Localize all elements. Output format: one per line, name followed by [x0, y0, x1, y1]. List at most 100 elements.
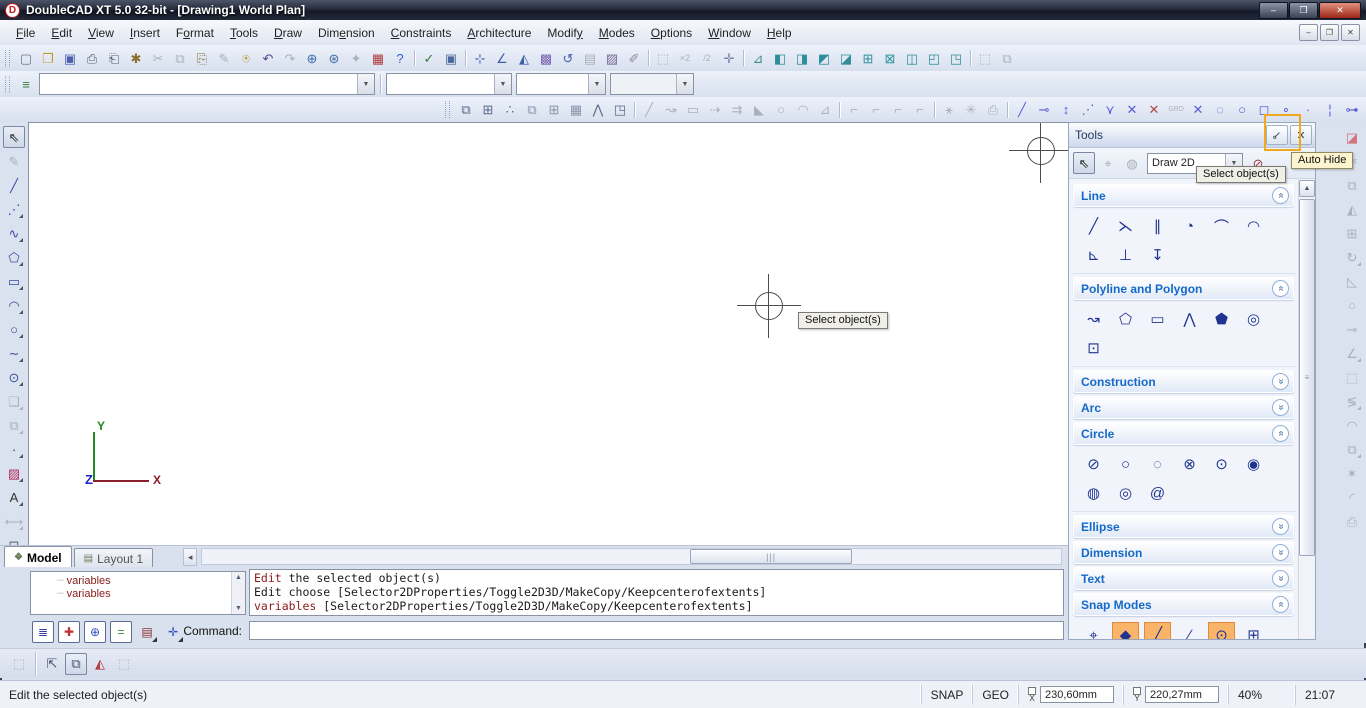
view-iso-se-button[interactable]: ⊠ [879, 47, 901, 69]
line-tool-button[interactable]: ╱ [3, 174, 25, 196]
zoom-extents-button[interactable]: ⊛ [323, 47, 345, 69]
calculator-button[interactable]: ▦ [367, 47, 389, 69]
open-drawing-button[interactable]: ❐ [37, 47, 59, 69]
menu-edit[interactable]: Edit [43, 23, 80, 43]
equals-button[interactable]: = [110, 621, 132, 643]
circle-tangent-entity-tool[interactable]: ◉ [1240, 451, 1267, 477]
collapse-section-icon[interactable]: « [1272, 280, 1289, 297]
line-parallel-tool[interactable]: ∥ [1144, 213, 1171, 239]
menu-tools[interactable]: Tools [222, 23, 266, 43]
mdi-restore-button[interactable]: ❐ [1320, 24, 1339, 41]
add-variable-button[interactable]: ✚ [58, 621, 80, 643]
arc-tool-button[interactable]: ◠ [3, 294, 25, 316]
snap-extension-button[interactable]: ⊶ [1341, 99, 1363, 121]
menu-constraints[interactable]: Constraints [383, 23, 460, 43]
section-line[interactable]: Line« [1073, 184, 1294, 207]
circle-diameter-tool[interactable]: ○ [1112, 451, 1139, 477]
section-text[interactable]: Text« [1073, 567, 1294, 590]
circle-tool-button[interactable]: ○ [3, 318, 25, 340]
menu-file[interactable]: File [8, 23, 43, 43]
circle-three-point-tool[interactable]: ◍ [1080, 480, 1107, 506]
multiline-tool[interactable]: ⋀ [1176, 306, 1203, 332]
text-tool-button[interactable]: A [3, 486, 25, 508]
line-perpendicular-from-arc-tool[interactable]: ⊥ [1112, 242, 1139, 268]
tree-item-variables[interactable]: ┈variables [57, 575, 231, 588]
snap-toggle-button[interactable]: ╱ [1011, 99, 1033, 121]
menu-format[interactable]: Format [168, 23, 222, 43]
copy-in-place-button[interactable]: ⧉ [455, 99, 477, 121]
circle-center-point-tool[interactable]: ⊘ [1080, 451, 1107, 477]
snap-vertex-button[interactable]: ⋎ [1099, 99, 1121, 121]
chevron-down-icon[interactable]: ▼ [357, 74, 374, 94]
circle-tangent-line-tool[interactable]: ⊙ [1208, 451, 1235, 477]
variables-tree[interactable]: ┈variables┈variables ▲ ▼ [30, 571, 246, 615]
view-front-button[interactable]: ◨ [791, 47, 813, 69]
snap-vertical-button[interactable]: ↕ [1055, 99, 1077, 121]
console-output[interactable]: Edit the selected object(s)Edit choose [… [249, 569, 1064, 616]
section-arc[interactable]: Arc« [1073, 396, 1294, 419]
line-tangent-from-arc-tool[interactable]: ⌒ [1208, 213, 1235, 239]
linetype-combo[interactable]: ▼ [516, 73, 606, 95]
history-options-button[interactable]: ▤ [136, 621, 158, 643]
section-dimension[interactable]: Dimension« [1073, 541, 1294, 564]
snap-crossing-button[interactable]: ✕ [1187, 99, 1209, 121]
mdi-minimize-button[interactable]: – [1299, 24, 1318, 41]
rectangle-tool[interactable]: ▭ [1144, 306, 1171, 332]
mdi-close-button[interactable]: ✕ [1341, 24, 1360, 41]
collapse-section-icon[interactable]: « [1272, 187, 1289, 204]
command-input[interactable] [249, 621, 1064, 640]
hatch-pattern-button[interactable]: ▩ [535, 47, 557, 69]
settings-button[interactable]: ✱ [125, 47, 147, 69]
snap-apparent-intersection-button[interactable]: ✕ [1143, 99, 1165, 121]
eraser-tool-button[interactable]: ◪ [1341, 126, 1363, 148]
point-tool-button[interactable]: ∙ [3, 438, 25, 460]
expand-section-icon[interactable]: « [1272, 518, 1289, 535]
copy-selection-button[interactable]: ⧉ [521, 99, 543, 121]
materials-button[interactable]: ▨ [601, 47, 623, 69]
line-tangent-to-arc-tool[interactable]: ◔ [1176, 213, 1203, 239]
double-line-rectangle-tool[interactable]: ⊡ [1080, 335, 1107, 361]
paste-special-button[interactable]: ⍟ [235, 47, 257, 69]
chevron-down-icon[interactable]: ▼ [494, 74, 511, 94]
undo-button[interactable]: ↶ [257, 47, 279, 69]
new-document-button[interactable]: ▢ [15, 47, 37, 69]
snap-intersection-button[interactable]: ✕ [1121, 99, 1143, 121]
menu-modify[interactable]: Modify [539, 23, 590, 43]
section-construction[interactable]: Construction« [1073, 370, 1294, 393]
tab-layout-1[interactable]: ▤ Layout 1 [74, 548, 154, 568]
menu-insert[interactable]: Insert [122, 23, 168, 43]
hatch-tool-button[interactable]: ▨ [3, 462, 25, 484]
array-copy-button[interactable]: ⊞ [477, 99, 499, 121]
draw-3d-axes-button[interactable]: ⊿ [747, 47, 769, 69]
x-coordinate-field[interactable]: 230,60mm [1040, 686, 1114, 703]
tools-panel-scrollbar[interactable]: ▲ ≡ [1298, 179, 1315, 639]
radial-copy-button[interactable]: ∴ [499, 99, 521, 121]
menu-options[interactable]: Options [643, 23, 700, 43]
polyline-tool[interactable]: ↝ [1080, 306, 1107, 332]
menu-architecture[interactable]: Architecture [459, 23, 539, 43]
ellipse-tool-button[interactable]: ⊙ [3, 366, 25, 388]
snap-grid-button[interactable]: ⊞ [1240, 622, 1267, 639]
snap-move-button[interactable]: ✛ [718, 47, 740, 69]
rectangle-tool-button[interactable]: ▭ [3, 270, 25, 292]
view-iso-sw-button[interactable]: ◫ [901, 47, 923, 69]
array-selection-button[interactable]: ⊞ [543, 99, 565, 121]
snap-nearest-button[interactable]: ⋰ [1077, 99, 1099, 121]
expand-section-icon[interactable]: « [1272, 399, 1289, 416]
minimize-button[interactable]: – [1259, 2, 1288, 19]
donut-tool[interactable]: ◎ [1240, 306, 1267, 332]
circle-concentric-tool[interactable]: ◎ [1112, 480, 1139, 506]
geo-toggle[interactable]: GEO [972, 685, 1018, 705]
no-snap-button[interactable]: ⌖ [1080, 622, 1107, 639]
line-perpendicular-tool[interactable]: ⊾ [1080, 242, 1107, 268]
snap-divide-button[interactable]: ¦ [1319, 99, 1341, 121]
view-left-button[interactable]: ◪ [835, 47, 857, 69]
view-iso-ne-button[interactable]: ◰ [923, 47, 945, 69]
scroll-down-icon[interactable]: ▼ [235, 605, 242, 612]
expand-section-icon[interactable]: « [1272, 373, 1289, 390]
circle-tan-tan-tan-tool[interactable]: ⊗ [1176, 451, 1203, 477]
tab-model[interactable]: ❖ Model [4, 546, 72, 568]
snap-entity-button[interactable]: ∘ [1275, 99, 1297, 121]
horizontal-scrollbar[interactable]: ||| [201, 548, 1062, 565]
polygon-tool[interactable]: ⬠ [1112, 306, 1139, 332]
